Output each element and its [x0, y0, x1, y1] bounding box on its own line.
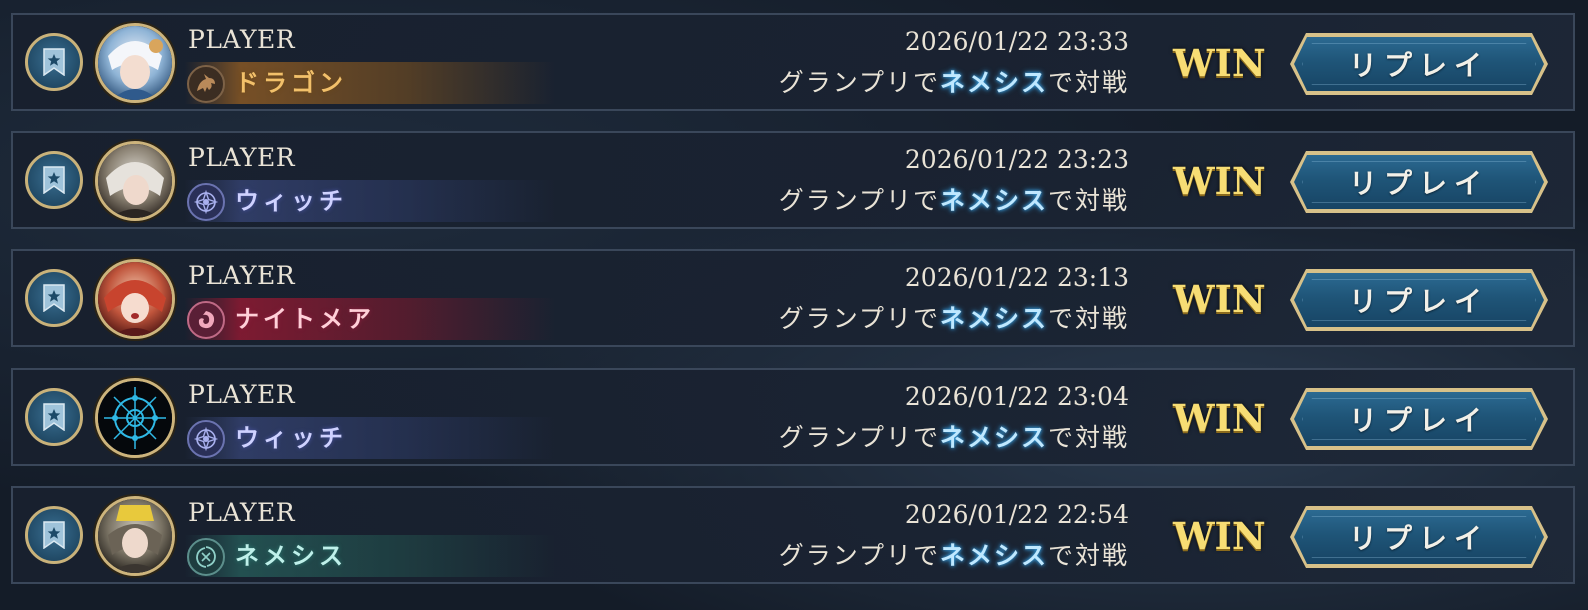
deck-name: ネメシス — [939, 68, 1048, 97]
class-label: ドラゴン — [235, 69, 347, 97]
avatar — [95, 23, 175, 103]
star-bookmark-icon — [43, 403, 65, 431]
class-label: ウィッチ — [235, 187, 347, 215]
avatar — [95, 259, 175, 339]
avatar — [95, 378, 175, 458]
replay-button-label: リプレイ — [1348, 167, 1489, 200]
mode-text: グランプリで — [778, 304, 940, 333]
star-bookmark-icon — [43, 284, 65, 312]
replay-button[interactable]: リプレイ — [1290, 269, 1548, 331]
mode-suffix: で対戦 — [1047, 304, 1129, 333]
bookmark-button[interactable] — [25, 506, 83, 564]
dragon-icon — [187, 65, 225, 103]
bookmark-button[interactable] — [25, 151, 83, 209]
bookmark-button[interactable] — [25, 388, 83, 446]
result-label: WIN — [1173, 159, 1266, 203]
mode-text: グランプリで — [778, 68, 940, 97]
match-description: グランプリでネメシスで対戦 — [779, 303, 1129, 335]
match-datetime: 2026/01/22 23:13 — [904, 263, 1129, 292]
replay-button-label: リプレイ — [1348, 285, 1489, 318]
match-row: PLAYER ウィッチ 2026/01/22 23:04 グランプリでネメシスで… — [11, 368, 1575, 466]
nightmare-icon — [187, 301, 225, 339]
bookmark-button[interactable] — [25, 33, 83, 91]
star-bookmark-icon — [43, 166, 65, 194]
deck-name: ネメシス — [939, 304, 1048, 333]
star-bookmark-icon — [43, 48, 65, 76]
witch-icon — [187, 183, 225, 221]
match-description: グランプリでネメシスで対戦 — [779, 540, 1129, 572]
mode-suffix: で対戦 — [1047, 423, 1129, 452]
result-label: WIN — [1173, 396, 1266, 440]
match-datetime: 2026/01/22 23:33 — [904, 27, 1129, 56]
match-row: PLAYER ネメシス 2026/01/22 22:54 グランプリでネメシスで… — [11, 486, 1575, 584]
replay-button-label: リプレイ — [1348, 522, 1489, 555]
match-row: PLAYER ドラゴン 2026/01/22 23:33 グランプリでネメシスで… — [11, 13, 1575, 111]
mode-suffix: で対戦 — [1047, 186, 1129, 215]
match-row: PLAYER ナイトメア 2026/01/22 23:13 グランプリでネメシス… — [11, 249, 1575, 347]
avatar — [95, 141, 175, 221]
player-name: PLAYER — [188, 143, 296, 172]
match-row: PLAYER ウィッチ 2026/01/22 23:23 グランプリでネメシスで… — [11, 131, 1575, 229]
deck-name: ネメシス — [939, 423, 1048, 452]
replay-button[interactable]: リプレイ — [1290, 33, 1548, 95]
bookmark-button[interactable] — [25, 269, 83, 327]
replay-button-label: リプレイ — [1348, 404, 1489, 437]
mode-text: グランプリで — [778, 541, 940, 570]
mode-suffix: で対戦 — [1047, 68, 1129, 97]
replay-button[interactable]: リプレイ — [1290, 388, 1548, 450]
nemesis-icon — [187, 538, 225, 576]
match-datetime: 2026/01/22 22:54 — [904, 500, 1129, 529]
witch-icon — [187, 420, 225, 458]
star-bookmark-icon — [43, 521, 65, 549]
match-datetime: 2026/01/22 23:04 — [904, 382, 1129, 411]
player-name: PLAYER — [188, 25, 296, 54]
result-label: WIN — [1173, 277, 1266, 321]
result-label: WIN — [1173, 514, 1266, 558]
player-name: PLAYER — [188, 380, 296, 409]
deck-name: ネメシス — [939, 186, 1048, 215]
result-label: WIN — [1173, 41, 1266, 85]
mode-text: グランプリで — [778, 186, 940, 215]
replay-button[interactable]: リプレイ — [1290, 506, 1548, 568]
match-description: グランプリでネメシスで対戦 — [779, 185, 1129, 217]
avatar — [95, 496, 175, 576]
mode-suffix: で対戦 — [1047, 541, 1129, 570]
match-description: グランプリでネメシスで対戦 — [779, 67, 1129, 99]
player-name: PLAYER — [188, 498, 296, 527]
replay-button-label: リプレイ — [1348, 49, 1489, 82]
replay-button[interactable]: リプレイ — [1290, 151, 1548, 213]
mode-text: グランプリで — [778, 423, 940, 452]
deck-name: ネメシス — [939, 541, 1048, 570]
class-label: ナイトメア — [235, 305, 375, 333]
class-label: ウィッチ — [235, 424, 347, 452]
match-datetime: 2026/01/22 23:23 — [904, 145, 1129, 174]
match-history-list: PLAYER ドラゴン 2026/01/22 23:33 グランプリでネメシスで… — [0, 0, 1588, 610]
class-label: ネメシス — [235, 542, 347, 570]
match-description: グランプリでネメシスで対戦 — [779, 422, 1129, 454]
player-name: PLAYER — [188, 261, 296, 290]
